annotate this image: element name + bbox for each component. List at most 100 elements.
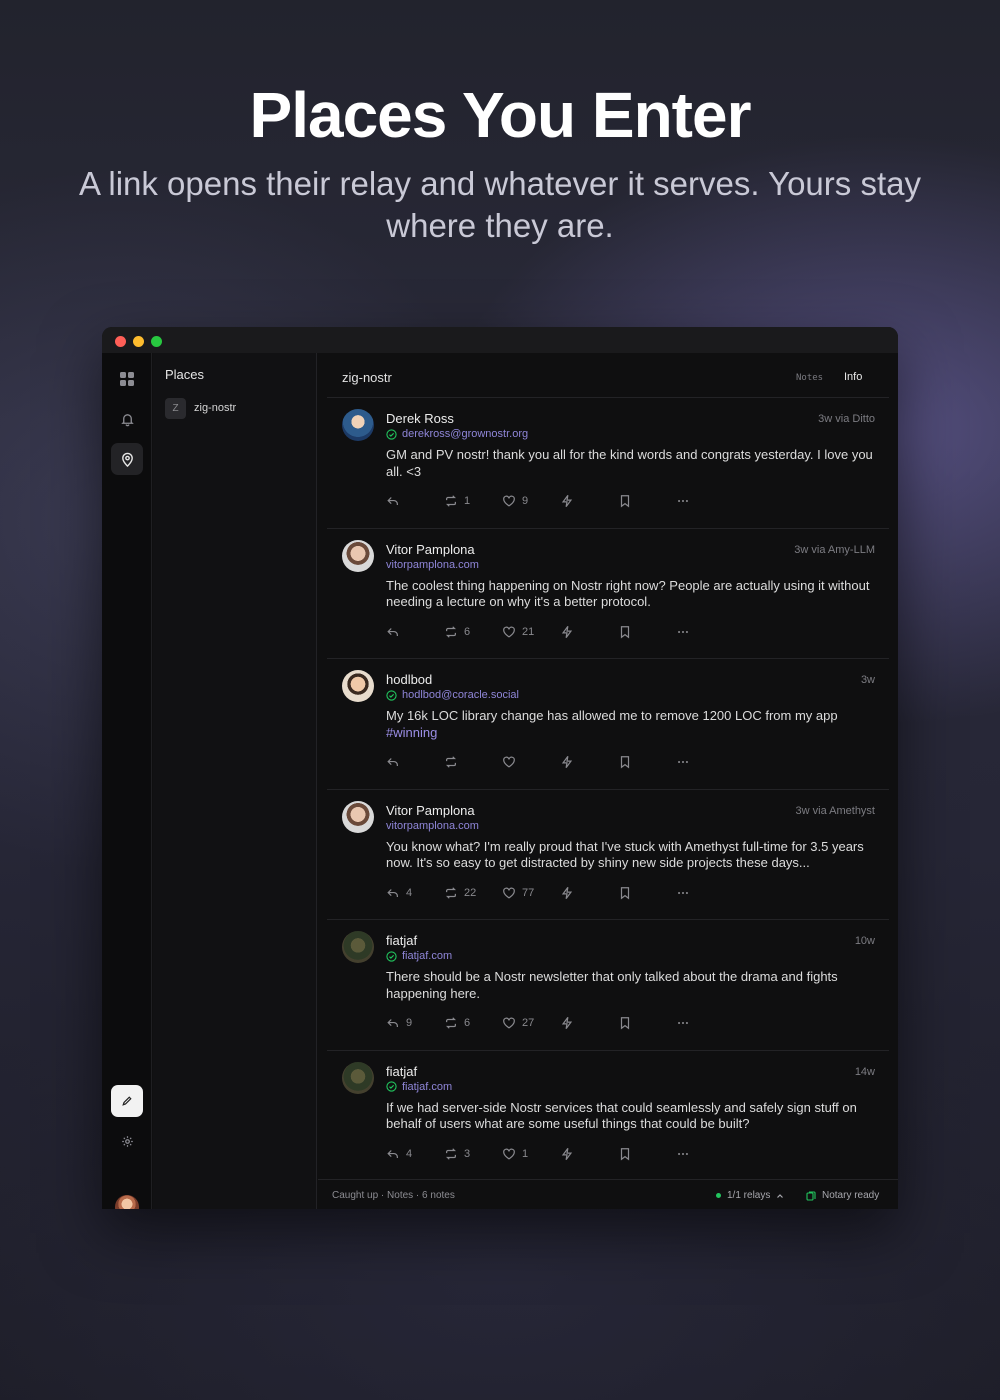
note-card[interactable]: Vitor Pamplona 3w via Amethyst vitorpamp… xyxy=(327,788,889,920)
repost-icon xyxy=(444,625,458,639)
reply-button[interactable]: 9 xyxy=(386,1016,412,1030)
handle-text: fiatjaf.com xyxy=(402,950,453,962)
zap-icon xyxy=(560,755,574,769)
zap-button[interactable] xyxy=(560,1147,574,1161)
notary-indicator[interactable]: Notary ready xyxy=(806,1190,879,1201)
more-button[interactable] xyxy=(676,494,690,508)
close-window-button[interactable] xyxy=(115,336,126,347)
more-button[interactable] xyxy=(676,1016,690,1030)
bookmark-button[interactable] xyxy=(618,755,632,769)
more-button[interactable] xyxy=(676,625,690,639)
hero-subtitle: A link opens their relay and whatever it… xyxy=(79,165,921,244)
like-button[interactable]: 1 xyxy=(502,1147,528,1161)
author-handle[interactable]: fiatjaf.com xyxy=(386,1081,452,1093)
apps-button[interactable] xyxy=(111,363,143,395)
tab-notes[interactable]: Notes xyxy=(796,373,823,383)
reply-icon xyxy=(386,886,400,900)
relays-indicator[interactable]: 1/1 relays xyxy=(716,1190,784,1201)
zap-button[interactable] xyxy=(560,886,574,900)
author-avatar[interactable] xyxy=(342,800,374,833)
reply-button[interactable] xyxy=(386,755,406,769)
author-handle[interactable]: derekross@grownostr.org xyxy=(386,428,528,440)
zap-button[interactable] xyxy=(560,755,574,769)
reply-icon xyxy=(386,1016,400,1030)
zoom-window-button[interactable] xyxy=(151,336,162,347)
more-button[interactable] xyxy=(676,886,690,900)
author-handle[interactable]: vitorpamplona.com xyxy=(386,820,479,832)
heart-icon xyxy=(502,886,516,900)
reply-icon xyxy=(386,1147,400,1161)
repost-count: 22 xyxy=(464,886,477,899)
hashtag-link[interactable]: #winning xyxy=(386,725,437,740)
bookmark-icon xyxy=(618,494,632,508)
account-avatar[interactable] xyxy=(115,1195,139,1209)
bookmark-icon xyxy=(618,1016,632,1030)
like-button[interactable] xyxy=(502,755,522,769)
places-button[interactable] xyxy=(111,443,143,475)
author-name[interactable]: fiatjaf xyxy=(386,933,417,948)
note-card[interactable]: hodlbod 3w hodlbod@coracle.social My 16k… xyxy=(327,658,889,789)
more-icon xyxy=(676,886,690,900)
author-handle[interactable]: hodlbod@coracle.social xyxy=(386,689,519,701)
author-avatar[interactable] xyxy=(342,1061,374,1094)
bookmark-button[interactable] xyxy=(618,1016,632,1030)
more-button[interactable] xyxy=(676,755,690,769)
repost-button[interactable]: 1 xyxy=(444,494,470,508)
repost-icon xyxy=(444,1147,458,1161)
reply-button[interactable]: 4 xyxy=(386,1147,412,1161)
feed-status: Caught up · Notes · 6 notes xyxy=(332,1190,455,1201)
bookmark-button[interactable] xyxy=(618,886,632,900)
author-handle[interactable]: fiatjaf.com xyxy=(386,950,452,962)
reply-button[interactable] xyxy=(386,494,406,508)
author-avatar[interactable] xyxy=(342,931,374,963)
note-card[interactable]: fiatjaf 10w fiatjaf.com There should be … xyxy=(327,919,889,1050)
like-button[interactable]: 77 xyxy=(502,886,534,900)
main-panel: zig-nostr Notes Info Derek Ross 3w via D… xyxy=(318,353,898,1209)
like-button[interactable]: 27 xyxy=(502,1016,534,1030)
author-avatar[interactable] xyxy=(342,670,374,702)
author-name[interactable]: Vitor Pamplona xyxy=(386,803,475,818)
bookmark-button[interactable] xyxy=(618,1147,632,1161)
zap-button[interactable] xyxy=(560,494,574,508)
author-avatar[interactable] xyxy=(342,409,374,441)
bookmark-button[interactable] xyxy=(618,625,632,639)
author-avatar[interactable] xyxy=(342,539,374,572)
note-feed: Derek Ross 3w via Ditto derekross@growno… xyxy=(327,397,889,1180)
note-card[interactable]: Vitor Pamplona 3w via Amy-LLM vitorpampl… xyxy=(327,527,889,659)
zap-button[interactable] xyxy=(560,625,574,639)
reply-icon xyxy=(386,755,400,769)
repost-button[interactable]: 3 xyxy=(444,1147,470,1161)
verified-icon xyxy=(386,428,397,440)
repost-button[interactable]: 6 xyxy=(444,1016,470,1030)
place-item-zig-nostr[interactable]: Z zig-nostr xyxy=(165,397,236,419)
heart-icon xyxy=(502,494,516,508)
reply-button[interactable]: 4 xyxy=(386,886,412,900)
compose-button[interactable] xyxy=(111,1085,143,1117)
icon-rail xyxy=(102,353,152,1209)
reply-button[interactable] xyxy=(386,625,406,639)
more-button[interactable] xyxy=(676,1147,690,1161)
like-button[interactable]: 21 xyxy=(502,625,534,639)
repost-button[interactable]: 6 xyxy=(444,625,470,639)
zap-button[interactable] xyxy=(560,1016,574,1030)
minimize-window-button[interactable] xyxy=(133,336,144,347)
author-name[interactable]: hodlbod xyxy=(386,672,432,687)
like-count: 9 xyxy=(522,495,529,507)
repost-button[interactable]: 22 xyxy=(444,886,476,900)
author-name[interactable]: fiatjaf xyxy=(386,1064,417,1079)
note-card[interactable]: Derek Ross 3w via Ditto derekross@growno… xyxy=(327,397,889,528)
author-name[interactable]: Derek Ross xyxy=(386,411,454,426)
tab-info[interactable]: Info xyxy=(844,371,862,383)
settings-button[interactable] xyxy=(111,1125,143,1157)
note-text: There should be a Nostr newsletter that … xyxy=(386,969,838,1001)
notifications-button[interactable] xyxy=(111,403,143,435)
reply-icon xyxy=(386,625,400,639)
author-handle[interactable]: vitorpamplona.com xyxy=(386,559,479,571)
like-button[interactable]: 9 xyxy=(502,494,528,508)
repost-button[interactable] xyxy=(444,755,464,769)
author-name[interactable]: Vitor Pamplona xyxy=(386,542,475,557)
note-card[interactable]: fiatjaf 14w fiatjaf.com If we had server… xyxy=(327,1049,889,1181)
repost-icon xyxy=(444,886,458,900)
bookmark-button[interactable] xyxy=(618,494,632,508)
chevron-up-icon xyxy=(777,1193,784,1198)
